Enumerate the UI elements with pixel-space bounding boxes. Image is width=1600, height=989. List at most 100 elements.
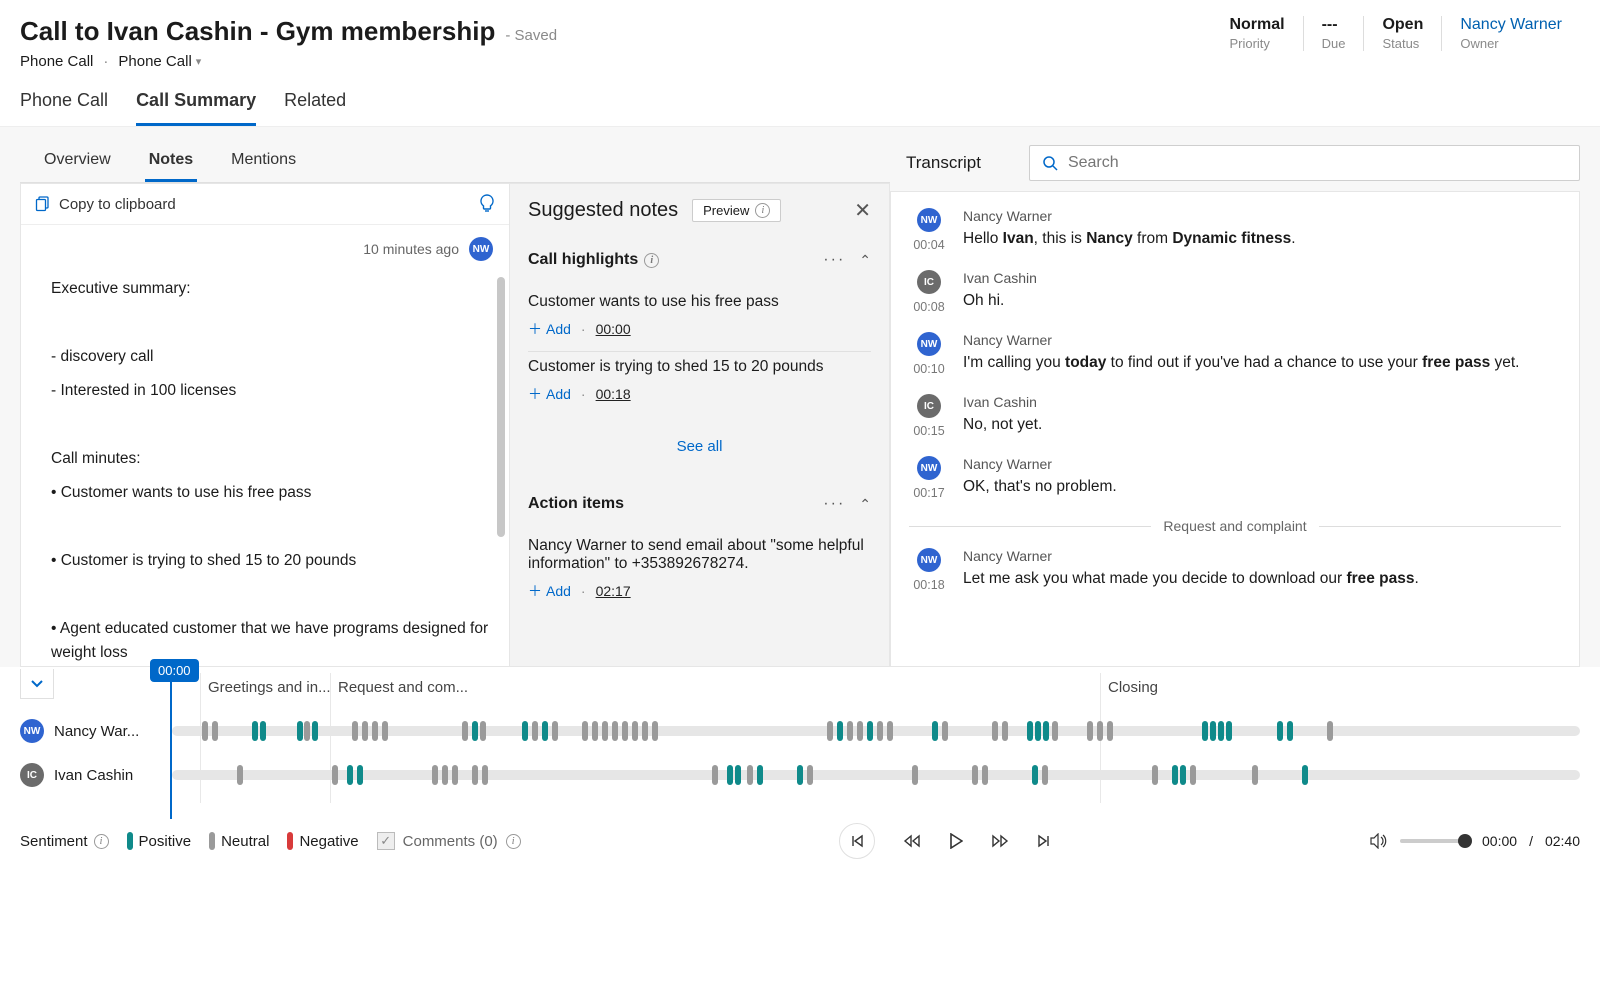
sentiment-tick[interactable] <box>260 721 266 741</box>
info-icon[interactable]: i <box>94 834 109 849</box>
sentiment-tick[interactable] <box>1327 721 1333 741</box>
sentiment-tick[interactable] <box>632 721 638 741</box>
subtab-notes[interactable]: Notes <box>145 141 197 182</box>
transcript-row[interactable]: NW00:10 Nancy WarnerI'm calling you toda… <box>909 332 1561 376</box>
sentiment-tick[interactable] <box>542 721 548 741</box>
sentiment-tick[interactable] <box>372 721 378 741</box>
sentiment-tick[interactable] <box>622 721 628 741</box>
sentiment-tick[interactable] <box>1252 765 1258 785</box>
volume-icon[interactable] <box>1370 833 1388 849</box>
sentiment-tick[interactable] <box>972 765 978 785</box>
skip-start-button[interactable] <box>839 823 875 859</box>
sentiment-tick[interactable] <box>212 721 218 741</box>
tab-phone-call[interactable]: Phone Call <box>20 90 108 126</box>
sentiment-tick[interactable] <box>1107 721 1113 741</box>
sentiment-tick[interactable] <box>747 765 753 785</box>
sentiment-tick[interactable] <box>202 721 208 741</box>
sentiment-tick[interactable] <box>735 765 741 785</box>
sentiment-tick[interactable] <box>877 721 883 741</box>
preview-badge[interactable]: Preview i <box>692 199 781 222</box>
sentiment-tick[interactable] <box>942 721 948 741</box>
sentiment-tick[interactable] <box>362 721 368 741</box>
sentiment-tick[interactable] <box>312 721 318 741</box>
sentiment-tick[interactable] <box>827 721 833 741</box>
sentiment-tick[interactable] <box>757 765 763 785</box>
sentiment-tick[interactable] <box>992 721 998 741</box>
transcript-row[interactable]: IC00:08 Ivan CashinOh hi. <box>909 270 1561 314</box>
sentiment-tick[interactable] <box>912 765 918 785</box>
sentiment-tick[interactable] <box>1152 765 1158 785</box>
add-button[interactable]: ＋ Add <box>528 319 571 339</box>
sentiment-tick[interactable] <box>602 721 608 741</box>
sentiment-tick[interactable] <box>480 721 486 741</box>
sentiment-tick[interactable] <box>237 765 243 785</box>
sentiment-tick[interactable] <box>382 721 388 741</box>
volume-slider[interactable] <box>1400 839 1470 843</box>
forward-button[interactable] <box>991 834 1009 848</box>
skip-end-button[interactable] <box>1037 834 1051 848</box>
sentiment-tick[interactable] <box>1277 721 1283 741</box>
timestamp-link[interactable]: 00:18 <box>596 386 631 402</box>
sentiment-tick[interactable] <box>297 721 303 741</box>
transcript-search[interactable] <box>1029 145 1580 181</box>
sentiment-tick[interactable] <box>642 721 648 741</box>
collapse-timeline-button[interactable] <box>20 669 54 699</box>
sentiment-tick[interactable] <box>347 765 353 785</box>
sentiment-tick[interactable] <box>592 721 598 741</box>
sentiment-tick[interactable] <box>582 721 588 741</box>
meta-cell[interactable]: Nancy WarnerOwner <box>1441 16 1580 51</box>
sentiment-tick[interactable] <box>472 721 478 741</box>
sentiment-tick[interactable] <box>887 721 893 741</box>
add-button[interactable]: ＋ Add <box>528 384 571 404</box>
sentiment-tick[interactable] <box>1042 765 1048 785</box>
rewind-button[interactable] <box>903 834 921 848</box>
sentiment-tick[interactable] <box>1032 765 1038 785</box>
sentiment-tick[interactable] <box>857 721 863 741</box>
sentiment-tick[interactable] <box>837 721 843 741</box>
timestamp-link[interactable]: 00:00 <box>596 321 631 337</box>
scrollbar-thumb[interactable] <box>497 277 505 537</box>
sentiment-tick[interactable] <box>1180 765 1186 785</box>
transcript-row[interactable]: IC00:15 Ivan CashinNo, not yet. <box>909 394 1561 438</box>
chevron-up-icon[interactable]: ⌃ <box>859 496 871 513</box>
search-input[interactable] <box>1068 154 1567 172</box>
sentiment-tick[interactable] <box>472 765 478 785</box>
sentiment-tick[interactable] <box>252 721 258 741</box>
add-button[interactable]: ＋ Add <box>528 581 571 601</box>
sentiment-tick[interactable] <box>867 721 873 741</box>
sentiment-tick[interactable] <box>432 765 438 785</box>
sentiment-tick[interactable] <box>352 721 358 741</box>
play-button[interactable] <box>949 833 963 849</box>
lightbulb-icon[interactable] <box>479 194 495 214</box>
playhead-line[interactable] <box>170 669 172 819</box>
more-icon[interactable]: ··· <box>823 251 845 269</box>
sentiment-tick[interactable] <box>652 721 658 741</box>
sentiment-tick[interactable] <box>1218 721 1224 741</box>
copy-to-clipboard-button[interactable]: Copy to clipboard <box>35 196 176 213</box>
sentiment-tick[interactable] <box>1287 721 1293 741</box>
timeline-track[interactable] <box>172 770 1580 780</box>
sentiment-tick[interactable] <box>1210 721 1216 741</box>
sentiment-tick[interactable] <box>1027 721 1033 741</box>
sentiment-tick[interactable] <box>712 765 718 785</box>
see-all-link[interactable]: See all <box>528 426 871 467</box>
sentiment-tick[interactable] <box>482 765 488 785</box>
tab-related[interactable]: Related <box>284 90 346 126</box>
subtab-overview[interactable]: Overview <box>40 141 115 182</box>
sentiment-tick[interactable] <box>1226 721 1232 741</box>
transcript-row[interactable]: NW00:17 Nancy WarnerOK, that's no proble… <box>909 456 1561 500</box>
sentiment-tick[interactable] <box>462 721 468 741</box>
sentiment-tick[interactable] <box>357 765 363 785</box>
sentiment-tick[interactable] <box>612 721 618 741</box>
sentiment-tick[interactable] <box>1190 765 1196 785</box>
more-icon[interactable]: ··· <box>823 495 845 513</box>
sentiment-tick[interactable] <box>532 721 538 741</box>
transcript-row[interactable]: NW00:18 Nancy WarnerLet me ask you what … <box>909 548 1561 592</box>
sentiment-tick[interactable] <box>727 765 733 785</box>
sentiment-tick[interactable] <box>522 721 528 741</box>
close-icon[interactable]: ✕ <box>854 198 871 223</box>
chevron-up-icon[interactable]: ⌃ <box>859 252 871 269</box>
tab-call-summary[interactable]: Call Summary <box>136 90 256 126</box>
sentiment-tick[interactable] <box>932 721 938 741</box>
sentiment-tick[interactable] <box>982 765 988 785</box>
